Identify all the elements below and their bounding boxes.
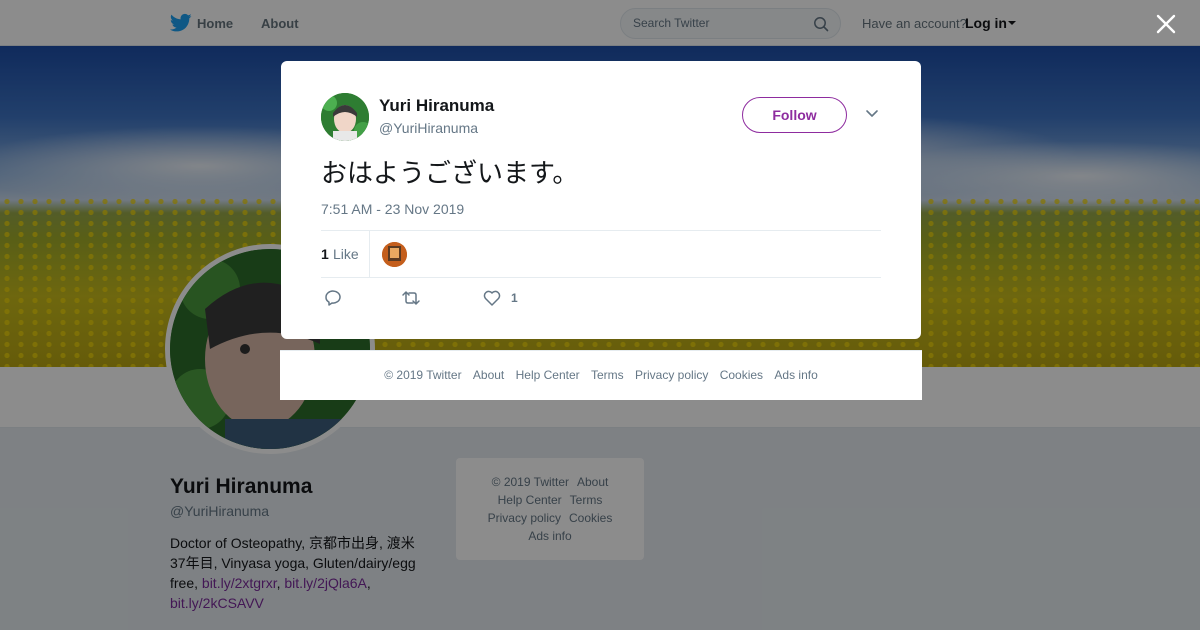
tweet-text: おはようございます。: [321, 159, 579, 189]
footer-cookies-link[interactable]: Cookies: [720, 368, 763, 382]
like-label[interactable]: Like: [333, 246, 359, 262]
heart-icon[interactable]: [482, 288, 502, 308]
close-icon[interactable]: [1155, 13, 1177, 35]
stats-divider: [369, 231, 370, 278]
tweet-author-name[interactable]: Yuri Hiranuma: [379, 96, 494, 116]
tweet-stats: 1 Like: [321, 230, 881, 278]
tweet-author-handle[interactable]: @YuriHiranuma: [379, 120, 478, 136]
retweet-icon[interactable]: [401, 288, 421, 308]
liker-avatar-image: [382, 242, 407, 267]
chevron-down-icon[interactable]: [865, 109, 879, 119]
author-avatar[interactable]: [321, 93, 369, 141]
liker-avatar[interactable]: [382, 242, 407, 267]
like-count[interactable]: 1: [321, 246, 329, 262]
modal-footer: © 2019 Twitter About Help Center Terms P…: [280, 350, 922, 400]
author-avatar-image: [321, 93, 369, 141]
footer-terms-link[interactable]: Terms: [591, 368, 624, 382]
tweet-modal: Yuri Hiranuma @YuriHiranuma Follow おはようご…: [281, 61, 921, 339]
footer-ads-link[interactable]: Ads info: [774, 368, 817, 382]
action-like-count: 1: [511, 291, 518, 305]
footer-help-link[interactable]: Help Center: [516, 368, 580, 382]
reply-icon[interactable]: [323, 288, 343, 308]
footer-privacy-link[interactable]: Privacy policy: [635, 368, 708, 382]
tweet-timestamp[interactable]: 7:51 AM - 23 Nov 2019: [321, 201, 464, 217]
follow-button[interactable]: Follow: [742, 97, 847, 133]
footer-about-link[interactable]: About: [473, 368, 504, 382]
footer-copyright: © 2019 Twitter: [384, 368, 462, 382]
